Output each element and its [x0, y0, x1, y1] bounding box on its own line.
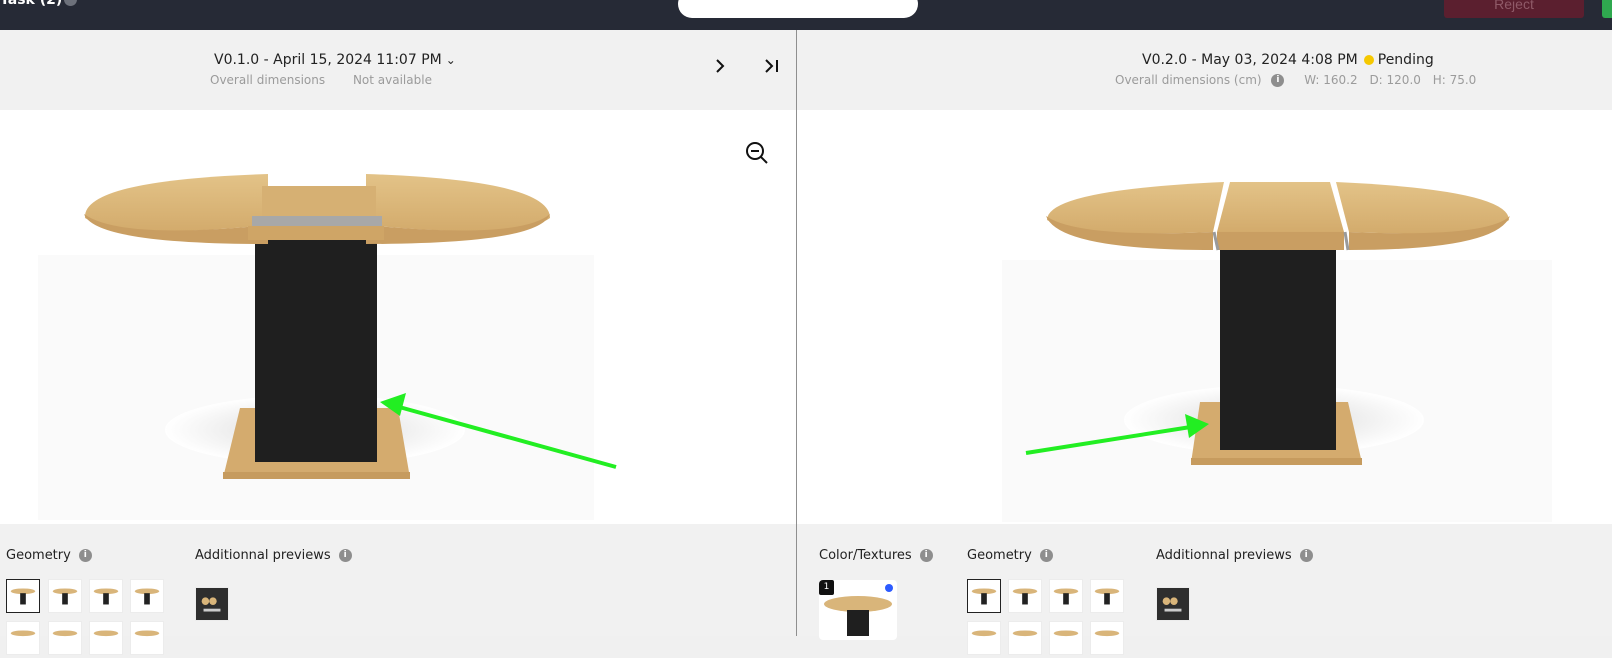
- geometry-thumbnail[interactable]: [48, 579, 82, 613]
- left-version-label: V0.1.0 - April 15, 2024 11:07 PM: [214, 52, 442, 68]
- right-pane-header: V0.2.0 - May 03, 2024 4:08 PM Pending Ove…: [797, 30, 1612, 110]
- pending-status-dot: [1363, 55, 1374, 65]
- approve-button[interactable]: [1602, 0, 1612, 18]
- texture-index-badge: 1: [819, 580, 834, 595]
- dim-height: H: 75.0: [1432, 73, 1477, 87]
- info-icon[interactable]: i: [78, 549, 92, 562]
- right-3d-viewer[interactable]: [797, 110, 1612, 524]
- right-version-pane: V0.2.0 - May 03, 2024 4:08 PM Pending Ove…: [797, 30, 1612, 655]
- info-icon[interactable]: i: [919, 549, 933, 562]
- info-icon[interactable]: i: [338, 549, 352, 562]
- texture-card[interactable]: 1: [819, 580, 897, 640]
- geometry-thumbnail[interactable]: [1090, 621, 1124, 655]
- info-icon[interactable]: i: [1271, 74, 1285, 87]
- geometry-thumbnail[interactable]: [1008, 621, 1042, 655]
- geometry-thumbnail[interactable]: [48, 621, 82, 655]
- geometry-thumbnail[interactable]: [1090, 579, 1124, 613]
- geometry-thumbnail[interactable]: [89, 579, 123, 613]
- geometry-label-text: Geometry: [6, 548, 71, 563]
- right-geometry-label: Geometry i: [967, 548, 1053, 563]
- chevron-down-icon: ⌄: [445, 53, 456, 67]
- texture-selected-dot: [885, 584, 893, 592]
- additional-preview-thumbnail[interactable]: [195, 587, 229, 621]
- right-additional-label: Additionnal previews i: [1156, 548, 1313, 563]
- reject-button[interactable]: Reject: [1444, 0, 1584, 18]
- left-geometry-label: Geometry i: [6, 548, 92, 563]
- color-textures-label: Color/Textures i: [819, 548, 933, 563]
- additional-label-text: Additionnal previews: [195, 548, 331, 563]
- left-dims-label: Overall dimensions: [210, 73, 326, 87]
- chevron-right-icon[interactable]: [713, 58, 727, 79]
- geometry-label-text: Geometry: [967, 548, 1032, 563]
- right-version-label: V0.2.0 - May 03, 2024 4:08 PM: [1142, 52, 1358, 68]
- geometry-thumbnail[interactable]: [967, 579, 1001, 613]
- geometry-thumbnail[interactable]: [6, 621, 40, 655]
- geometry-thumbnail[interactable]: [1049, 579, 1083, 613]
- status-label: Pending: [1377, 52, 1434, 68]
- geometry-thumbnail[interactable]: [130, 621, 164, 655]
- task-title: Task (2): [0, 0, 63, 8]
- left-version-pane: V0.1.0 - April 15, 2024 11:07 PM ⌄ Overal…: [0, 30, 796, 655]
- left-version-selector[interactable]: V0.1.0 - April 15, 2024 11:07 PM ⌄: [214, 52, 456, 68]
- info-icon[interactable]: i: [1039, 549, 1053, 562]
- geometry-thumbnail[interactable]: [89, 621, 123, 655]
- top-bar: Task (2) Model: 56458-X2-B Reject: [0, 0, 1612, 30]
- info-icon[interactable]: [64, 0, 77, 6]
- left-preview-panel: Geometry i Additionnal previews i: [0, 524, 796, 655]
- geometry-thumbnail[interactable]: [1049, 621, 1083, 655]
- additional-label-text: Additionnal previews: [1156, 548, 1292, 563]
- right-preview-panel: Color/Textures i Geometry i Additionnal pr…: [797, 524, 1612, 655]
- dim-depth: D: 120.0: [1369, 73, 1421, 87]
- geometry-thumbnail[interactable]: [1008, 579, 1042, 613]
- model-pill[interactable]: Model: 56458-X2-B: [678, 0, 918, 18]
- left-table-render: [38, 174, 617, 520]
- left-3d-viewer[interactable]: [0, 110, 796, 524]
- right-table-render: [1002, 182, 1552, 522]
- color-label-text: Color/Textures: [819, 548, 912, 563]
- left-dims-value: Not available: [352, 73, 432, 87]
- zoom-out-icon[interactable]: [744, 140, 770, 166]
- right-dimensions: Overall dimensions (cm) i W: 160.2 D: 12…: [1115, 73, 1476, 87]
- skip-to-last-icon[interactable]: [763, 58, 781, 79]
- right-dims-label: Overall dimensions (cm): [1115, 73, 1262, 87]
- additional-preview-thumbnail[interactable]: [1156, 587, 1190, 621]
- geometry-thumbnail[interactable]: [6, 579, 40, 613]
- info-icon[interactable]: i: [1299, 549, 1313, 562]
- geometry-thumbnail[interactable]: [967, 621, 1001, 655]
- left-pane-header: V0.1.0 - April 15, 2024 11:07 PM ⌄ Overal…: [0, 30, 796, 110]
- dim-width: W: 160.2: [1304, 73, 1358, 87]
- left-additional-label: Additionnal previews i: [195, 548, 352, 563]
- right-version-selector[interactable]: V0.2.0 - May 03, 2024 4:08 PM Pending: [1142, 52, 1434, 68]
- left-dimensions: Overall dimensions Not available: [210, 73, 432, 87]
- geometry-thumbnail[interactable]: [130, 579, 164, 613]
